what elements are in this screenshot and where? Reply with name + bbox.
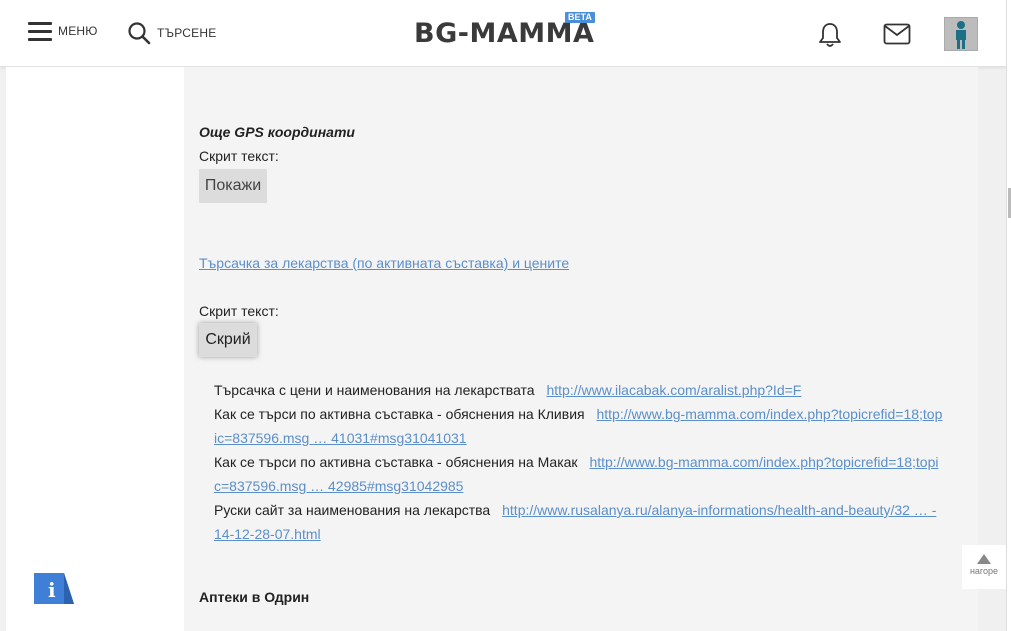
arrow-up-icon: [977, 554, 991, 564]
person-icon: [945, 18, 977, 50]
list-item: Как се търси по активна съставка - обясн…: [214, 450, 944, 498]
info-icon[interactable]: i: [34, 573, 74, 604]
mail-icon[interactable]: [883, 23, 911, 45]
pharmacies-heading: Аптеки в Одрин: [199, 589, 310, 605]
menu-icon: [28, 21, 52, 41]
list-item: Как се търси по активна съставка - обясн…: [214, 402, 944, 450]
row-label: Търсачка с цени и наименования на лекарс…: [214, 382, 535, 398]
menu-button[interactable]: МЕНЮ: [28, 21, 98, 41]
hidden-text-label: Скрит текст:: [199, 303, 279, 319]
search-label: ТЪРСЕНЕ: [157, 26, 217, 40]
hidden-text-label: Скрит текст:: [199, 148, 279, 164]
drug-search-link[interactable]: Търсачка за лекарства (по активната съст…: [199, 255, 569, 271]
post-body: [184, 67, 978, 631]
row-label: Как се търси по активна съставка - обясн…: [214, 454, 578, 470]
hidden-content: Търсачка с цени и наименования на лекарс…: [214, 378, 944, 546]
scrollbar-track[interactable]: [1006, 0, 1011, 631]
beta-badge: BETA: [565, 12, 595, 23]
row-label: Как се търси по активна съставка - обясн…: [214, 406, 585, 422]
hide-hidden-button[interactable]: Скрий: [199, 323, 257, 357]
info-glyph: i: [48, 578, 56, 602]
search-button[interactable]: ТЪРСЕНЕ: [127, 21, 216, 45]
user-avatar[interactable]: [944, 17, 978, 51]
show-hidden-button[interactable]: Покажи: [199, 169, 267, 203]
search-icon: [128, 22, 151, 45]
gps-heading: Още GPS координати: [199, 124, 355, 140]
top-header: МЕНЮ ТЪРСЕНЕ BG-MAMMA BETA: [0, 0, 1006, 67]
list-item: Търсачка с цени и наименования на лекарс…: [214, 378, 944, 402]
row-label: Руски сайт за наименования на лекарства: [214, 502, 491, 518]
back-to-top-label: нагоре: [969, 566, 999, 576]
back-to-top-button[interactable]: нагоре: [962, 545, 1006, 589]
row-link[interactable]: http://www.ilacabak.com/aralist.php?Id=F: [546, 382, 801, 398]
bell-icon[interactable]: [818, 22, 842, 48]
list-item: Руски сайт за наименования на лекарства …: [214, 498, 944, 546]
menu-label: МЕНЮ: [58, 24, 98, 38]
